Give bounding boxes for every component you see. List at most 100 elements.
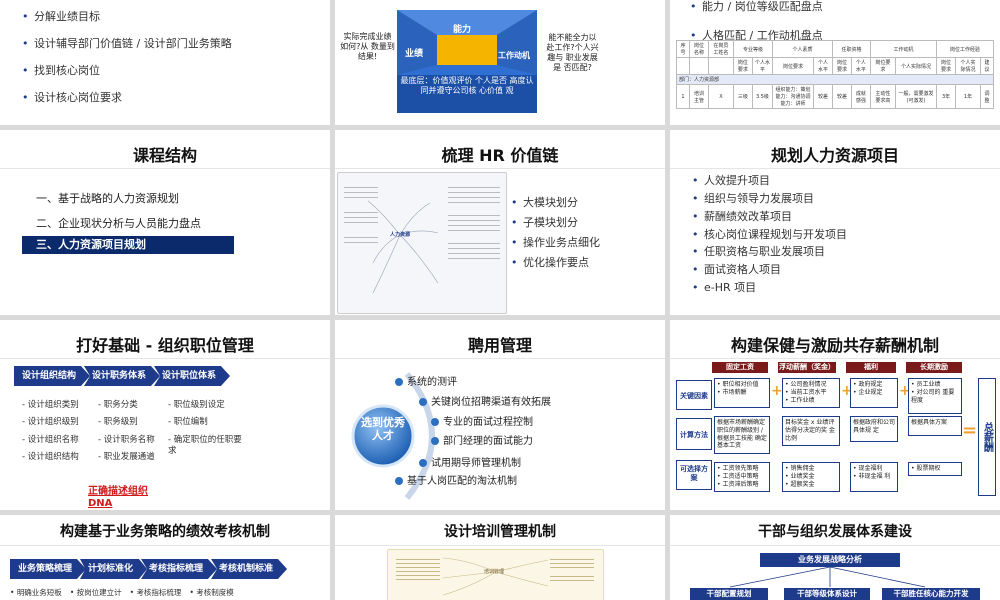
table-cell: 成就感强 xyxy=(850,84,871,109)
course-item-3-active[interactable]: 三、人力资源项目规划 xyxy=(22,236,234,254)
org-col-3: - 职位级别设定 - 职位编制 - 确定职位的任职要求 xyxy=(168,400,248,458)
bullet-dot xyxy=(431,437,439,445)
table-cell: 3年 xyxy=(936,84,957,109)
list-item: 面试资格人项目 xyxy=(692,263,952,278)
performance-sub-row: • 明确业务短板 • 按岗位建立计 • 考核指标梳理 • 考核制度模 xyxy=(10,587,234,598)
slide-performance[interactable]: 构建基于业务策略的绩效考核机制 业务策略梳理 计划标准化 考核指标梳理 考核机制… xyxy=(0,515,330,600)
equals-icon: = xyxy=(962,420,978,441)
box-label-right: 工作动机 xyxy=(498,51,530,60)
cadre-box-2: 干部等级体系设计 xyxy=(784,588,870,600)
list-item: - 确定职位的任职要求 xyxy=(168,434,242,457)
list-item: - 职位编制 xyxy=(168,417,208,428)
slide-evaluation-model[interactable]: 实际完成业绩如何?从 数量到结果! 能不能全力以赴工作?个人兴趣与 职业发展是 … xyxy=(335,0,665,125)
slide-compensation[interactable]: 构建保健与激励共存薪酬机制 固定工资 浮动薪酬（奖金） 福利 长期激励 关键因素… xyxy=(670,320,1000,510)
table-cell: 较差 xyxy=(831,84,852,109)
slide-hr-projects[interactable]: 规划人力资源项目 人效提升项目 组织与领导力发展项目 薪酬绩效改革项目 核心岗位… xyxy=(670,130,1000,315)
list-item: • 考核指标梳理 xyxy=(129,588,182,597)
title-divider xyxy=(0,168,330,169)
table-subheader: 个人水平 xyxy=(751,57,774,75)
title-divider xyxy=(670,168,1000,169)
slide-title: 规划人力资源项目 xyxy=(770,146,899,165)
table-header: 任职资格 xyxy=(831,40,871,58)
slide-training[interactable]: 设计培训管理机制 培训管理 xyxy=(335,515,665,600)
table-subheader: 个人实际情况 xyxy=(894,57,938,75)
list-item: - 设计组织名称 xyxy=(22,434,79,445)
list-item: 优化操作要点 xyxy=(511,256,661,271)
table-header: 个人素质 xyxy=(772,40,833,58)
training-mind-map: 培训管理 xyxy=(387,549,604,600)
slide-title: 构建基于业务策略的绩效考核机制 xyxy=(60,524,270,540)
inventory-table: 序号 岗位名称 在岗员工姓名 专业等级 个人素质 任职资格 工作动机 岗位工作经… xyxy=(676,40,995,109)
table-header: 专业等级 xyxy=(732,40,774,58)
right-question: 能不能全力以赴工作?个人兴趣与 职业发展是 否匹配? xyxy=(546,33,599,72)
mind-map-leaves xyxy=(448,183,500,263)
table-cell: 一般，需要激发(可激发) xyxy=(894,84,938,109)
title-divider xyxy=(670,358,1000,359)
title-divider xyxy=(335,168,665,169)
total-pay-box: 总薪酬 xyxy=(978,378,996,496)
table-subheader: 个人水平 xyxy=(813,57,833,75)
step-position-system: 设计职位体系 xyxy=(154,366,231,386)
slide-org-position[interactable]: 打好基础 - 组织职位管理 设计组织结构 设计职务体系 设计职位体系 - 设计组… xyxy=(0,320,330,510)
slide-title: 设计培训管理机制 xyxy=(444,524,556,540)
step-mechanism: 考核机制标准 xyxy=(211,559,288,579)
list-item: 核心岗位课程规划与开发项目 xyxy=(692,228,952,243)
slide-cadre-development[interactable]: 干部与组织发展体系建设 业务发展战略分析 干部配置规划 干部等级体系设计 干部胜… xyxy=(670,515,1000,600)
slide-hr-value-chain[interactable]: 梳理 HR 价值链 人力资源 大模块划分 子模块划分 操作业务点细化 优 xyxy=(335,130,665,315)
table-cell: X xyxy=(707,84,734,109)
slide-title: 打好基础 - 组织职位管理 xyxy=(76,336,254,355)
recruit-item: 系统的测评 xyxy=(395,373,457,388)
table-cell: 培训主管 xyxy=(689,84,709,109)
box-label-top: 能力 xyxy=(453,25,472,35)
list-item: - 职位级别设定 xyxy=(168,400,225,410)
table-subheader: 岗位要求 xyxy=(831,57,852,75)
mind-map-center: 培训管理 xyxy=(484,569,505,575)
mind-map: 人力资源 xyxy=(337,172,507,314)
recruit-item: 关键岗位招聘渠道有效拓展 xyxy=(419,393,551,408)
row-label-factors: 关键因素 xyxy=(676,380,712,410)
cell-bonus-options: • 销售佣金 • 业绩奖金 • 超额奖金 xyxy=(782,462,840,492)
pay-head-bonus: 浮动薪酬（奖金） xyxy=(778,362,836,373)
dept-row: 部门：人力资源部 xyxy=(676,74,994,85)
recruit-item: 专业的面试过程控制 xyxy=(431,413,533,428)
slide-decompose-goals[interactable]: 分解业绩目标 设计辅导部门价值链 / 设计部门业务策略 找到核心岗位 设计核心岗… xyxy=(0,0,330,125)
list-item: 人效提升项目 xyxy=(692,174,952,189)
list-item: - 职务级别 xyxy=(98,417,138,428)
left-question: 实际完成业绩如何?从 数量到结果! xyxy=(340,32,395,61)
slide-title: 干部与组织发展体系建设 xyxy=(758,524,912,540)
slide-capability-inventory[interactable]: 能力 / 岗位等级匹配盘点 人格匹配 / 工作动机盘点 序号 岗位名称 在岗员工… xyxy=(670,0,1000,125)
inventory-list: 能力 / 岗位等级匹配盘点 人格匹配 / 工作动机盘点 xyxy=(690,0,870,44)
table-cell: 三级 xyxy=(732,84,753,109)
list-item: 任职资格与职业发展项目 xyxy=(692,245,952,260)
pay-head-longterm: 长期激励 xyxy=(906,362,962,373)
slide-course-structure[interactable]: 课程结构 一、基于战略的人力资源规划 二、企业现状分析与人员能力盘点 三、人力资… xyxy=(0,130,330,315)
box-bottom-text: 最底层：价值观评价 个人是否 高度认同并遵守公司核 心价值 观 xyxy=(400,76,534,96)
title-divider xyxy=(335,358,665,359)
list-item: 操作业务点细化 xyxy=(511,236,661,251)
box-label-left: 业绩 xyxy=(405,49,424,59)
org-col-1: - 设计组织类别 - 设计组织级别 - 设计组织名称 - 设计组织结构 xyxy=(22,400,88,464)
table-subheader: 个人水平 xyxy=(850,57,871,75)
bullet-dot xyxy=(395,477,403,485)
list-item: 组织与领导力发展项目 xyxy=(692,192,952,207)
pay-head-benefit: 福利 xyxy=(846,362,896,373)
step-planning: 计划标准化 xyxy=(80,559,148,579)
title-divider xyxy=(0,545,330,546)
performance-steps: 业务策略梳理 计划标准化 考核指标梳理 考核机制标准 xyxy=(10,559,288,579)
cadre-box-3: 干部胜任核心能力开发 xyxy=(882,588,980,600)
mind-map-leaves-left xyxy=(344,183,378,247)
list-item: • 考核制度模 xyxy=(189,588,234,597)
slide-recruitment[interactable]: 聘用管理 选到优秀人才 系统的测评 关键岗位招聘渠道有效拓展 专业的面试过程控制… xyxy=(335,320,665,510)
list-item: - 职务分类 xyxy=(98,400,138,410)
step-job-system: 设计职务体系 xyxy=(84,366,161,386)
course-item-2: 二、企业现状分析与人员能力盘点 xyxy=(36,217,201,230)
pay-head-fixed: 固定工资 xyxy=(712,362,768,373)
table-subheader: 岗位要求 xyxy=(732,57,753,75)
core-box xyxy=(437,35,497,65)
step-org-structure: 设计组织结构 xyxy=(14,366,91,386)
table-cell: 1年 xyxy=(955,84,981,109)
table-cell: 1 xyxy=(676,84,690,109)
bullet-dot xyxy=(431,418,439,426)
list-item: - 设计组织级别 xyxy=(22,417,79,428)
list-item: 分解业绩目标 xyxy=(22,10,232,25)
